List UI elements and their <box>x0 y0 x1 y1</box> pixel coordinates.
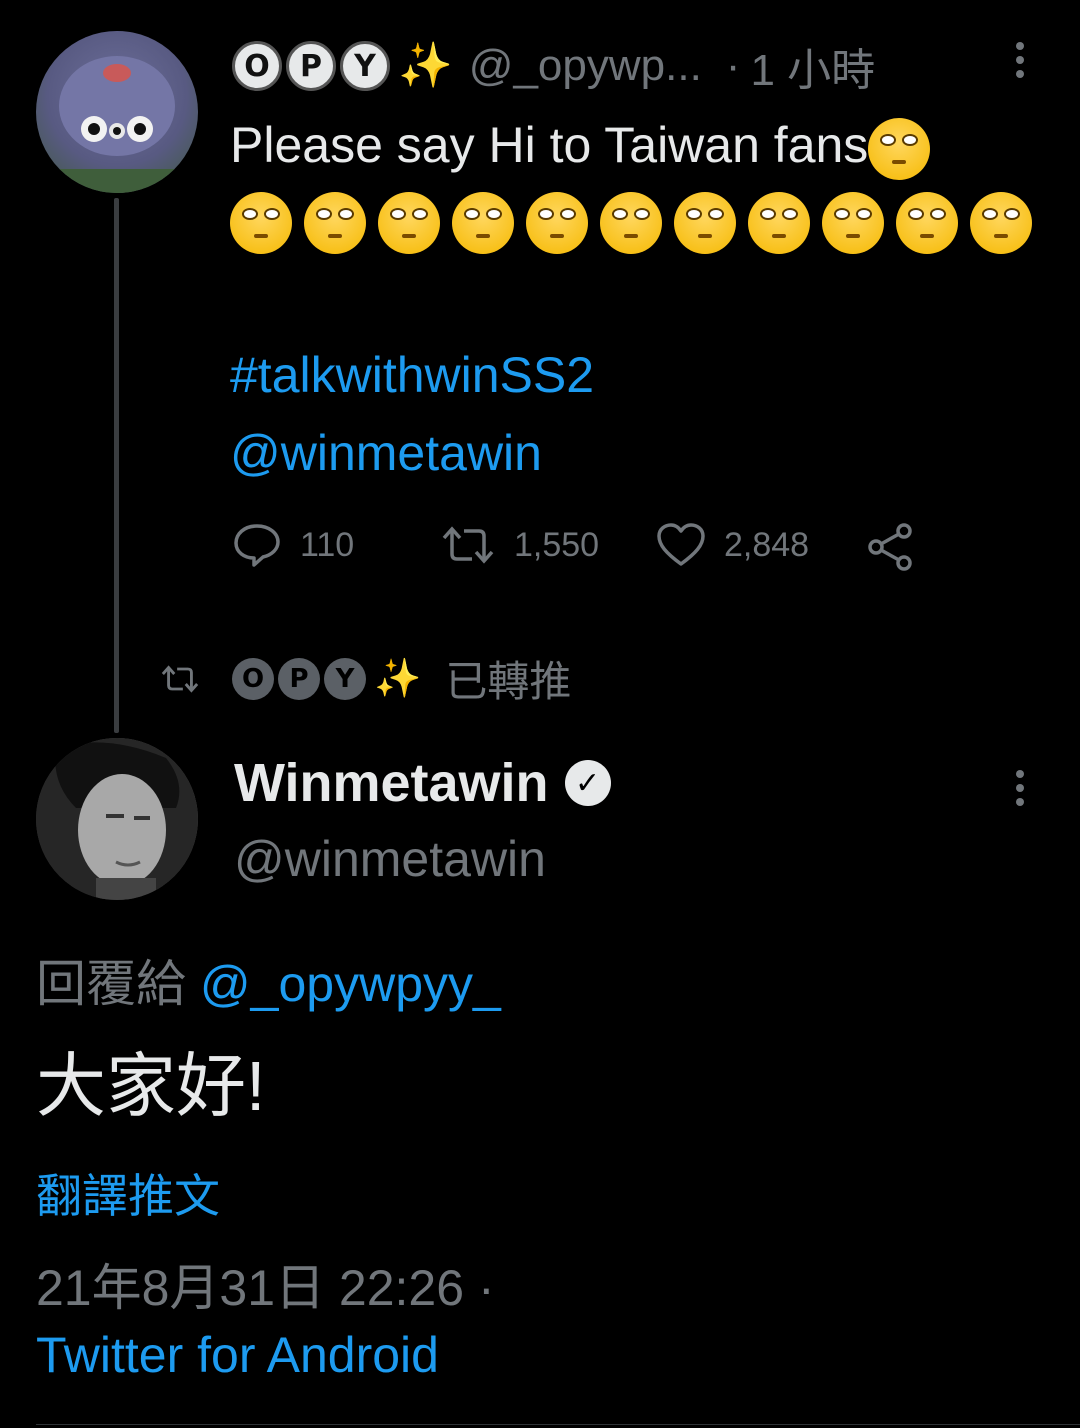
reply-to-line: 回覆給 @_opywpyy_ <box>36 944 501 1016</box>
tweet1-header: O P Y ✨ @_opywp... · 1 小時 <box>232 34 875 98</box>
face-with-rolling-eyes-icon <box>304 192 366 254</box>
more-vertical-icon[interactable] <box>1015 42 1025 78</box>
tweet2-header: Winmetawin ✓ <box>234 752 611 814</box>
thread-connector-line <box>114 198 119 733</box>
retweet-button[interactable]: 1,550 <box>440 522 599 568</box>
face-with-rolling-eyes-icon <box>896 192 958 254</box>
face-with-rolling-eyes-icon <box>674 192 736 254</box>
face-with-rolling-eyes-icon <box>452 192 514 254</box>
face-with-rolling-eyes-icon <box>748 192 810 254</box>
letter-o: O <box>232 657 274 700</box>
face-with-rolling-eyes-icon <box>868 117 931 180</box>
translate-tweet-link[interactable]: 翻譯推文 <box>36 1160 220 1226</box>
avatar-opy[interactable] <box>36 31 198 193</box>
retweet-count: 1,550 <box>514 525 600 564</box>
retweet-icon <box>442 526 494 564</box>
time-separator: · <box>725 41 741 90</box>
verified-badge-icon: ✓ <box>564 760 611 806</box>
timestamp-line: 21年8月31日 22:26 · <box>36 1248 495 1320</box>
tweet1-text-block: Please say Hi to Taiwan fans <box>230 110 1050 180</box>
reply-to-mention[interactable]: @_opywpyy_ <box>200 956 501 1012</box>
retweet-context: O P Y ✨ 已轉推 <box>160 648 571 709</box>
display-name-letters[interactable]: O P Y ✨ <box>232 41 453 91</box>
tweet2-text: 大家好! <box>36 1047 266 1125</box>
face-with-rolling-eyes-icon <box>230 192 292 254</box>
face-with-rolling-eyes-icon <box>378 192 440 254</box>
tweet1-text: Please say Hi to Taiwan fans <box>230 117 869 173</box>
retweet-icon <box>161 664 199 693</box>
face-with-rolling-eyes-icon <box>970 192 1032 254</box>
face-with-rolling-eyes-icon <box>526 192 588 254</box>
mention-link[interactable]: @winmetawin <box>230 424 542 482</box>
source-link[interactable]: Twitter for Android <box>36 1326 439 1384</box>
sparkles-icon: ✨ <box>374 657 422 700</box>
face-with-rolling-eyes-icon <box>600 192 662 254</box>
display-name[interactable]: Winmetawin <box>234 752 549 814</box>
avatar-winmetawin[interactable] <box>36 738 198 900</box>
more-vertical-icon[interactable] <box>1015 770 1025 806</box>
timestamp-separator: · <box>477 1260 495 1316</box>
letter-y: Y <box>340 41 390 91</box>
letter-p: P <box>286 41 336 91</box>
reply-button[interactable]: 110 <box>232 522 354 568</box>
letter-o: O <box>232 41 282 91</box>
face-with-rolling-eyes-icon <box>822 192 884 254</box>
avatar-image <box>36 738 198 900</box>
speech-bubble-icon <box>234 524 280 567</box>
hashtag-link[interactable]: #talkwithwinSS2 <box>230 346 594 404</box>
share-button[interactable] <box>866 522 916 577</box>
tweet1-handle[interactable]: @_opywp... <box>469 41 702 91</box>
tweet2-handle[interactable]: @winmetawin <box>234 830 546 888</box>
letter-p: P <box>278 657 320 700</box>
avatar-image <box>36 56 198 193</box>
heart-icon <box>657 523 705 566</box>
retweeted-label: 已轉推 <box>445 658 572 705</box>
tweet1-time[interactable]: 1 小時 <box>750 34 875 98</box>
share-icon <box>868 523 912 571</box>
like-count: 2,848 <box>724 525 810 564</box>
retweeter-letters[interactable]: O P Y ✨ <box>232 657 422 700</box>
letter-y: Y <box>324 657 366 700</box>
tweet-datetime[interactable]: 21年8月31日 22:26 <box>36 1260 464 1316</box>
divider <box>36 1424 1080 1425</box>
reply-count: 110 <box>300 525 355 564</box>
like-button[interactable]: 2,848 <box>656 522 809 568</box>
sparkles-icon: ✨ <box>398 41 453 90</box>
reply-prefix: 回覆給 <box>36 956 186 1012</box>
emoji-row <box>230 192 1070 254</box>
